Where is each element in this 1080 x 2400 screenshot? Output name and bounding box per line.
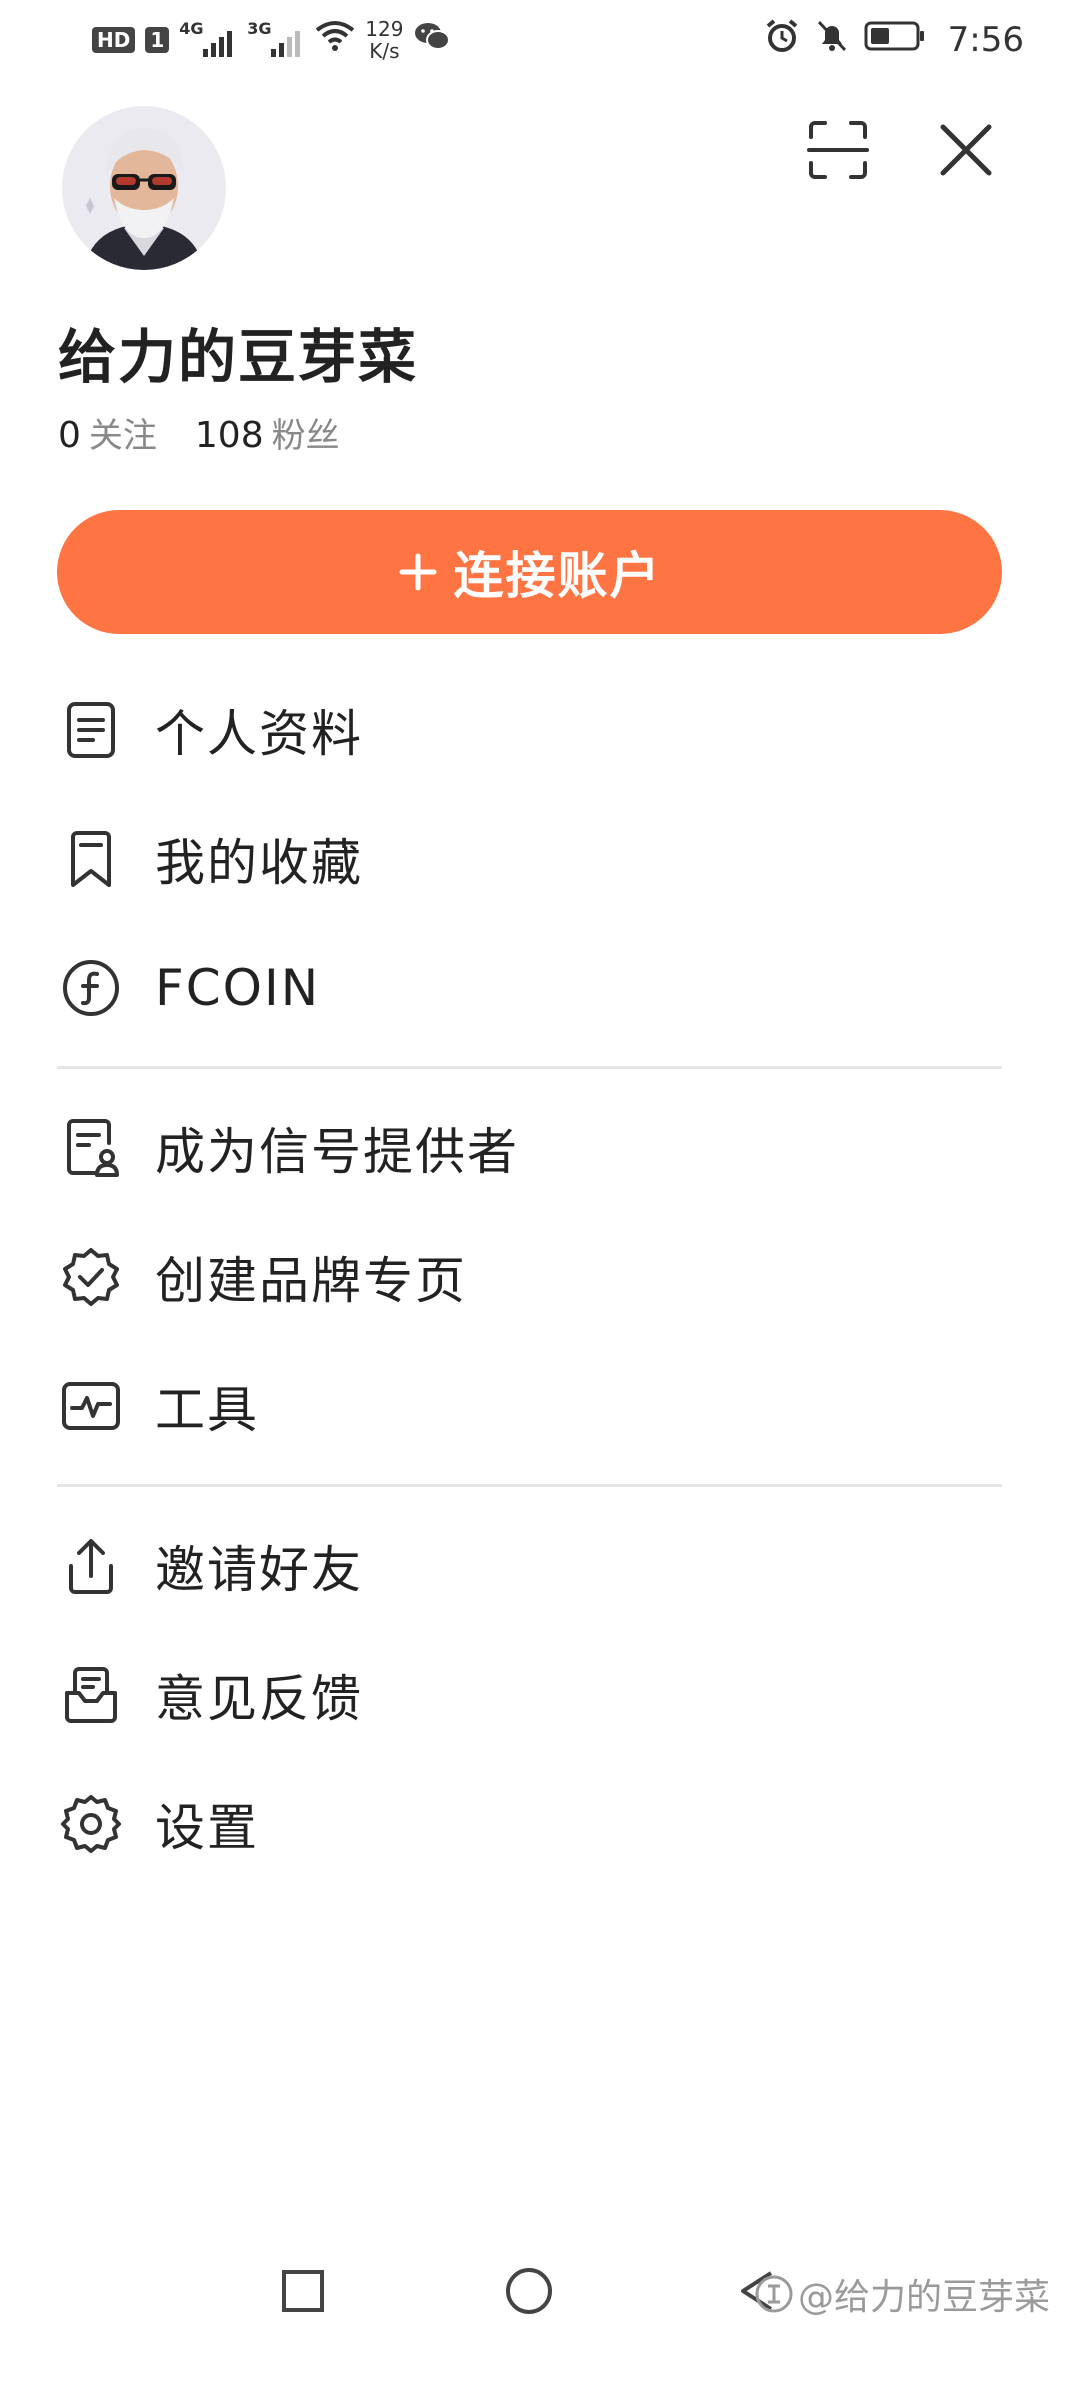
document-icon xyxy=(57,696,125,764)
scan-button[interactable] xyxy=(800,112,876,188)
menu-item-brand-page[interactable]: 创建品牌专页 xyxy=(57,1227,1002,1327)
net-4g-label: 4G xyxy=(179,19,204,38)
menu-item-label: 我的收藏 xyxy=(155,834,363,892)
menu-item-profile[interactable]: 个人资料 xyxy=(57,680,1002,780)
status-right: 7:56 xyxy=(764,14,1024,66)
alarm-icon xyxy=(764,18,800,62)
net-3g-label: 3G xyxy=(247,19,272,38)
menu-item-signal-provider[interactable]: 成为信号提供者 xyxy=(57,1098,1002,1198)
gear-icon xyxy=(57,1790,125,1858)
menu-item-label: 工具 xyxy=(155,1381,259,1439)
pulse-icon xyxy=(57,1372,125,1440)
followers-count[interactable]: 108 xyxy=(195,415,264,456)
watermark: @给力的豆芽菜 xyxy=(754,2268,1050,2320)
square-icon xyxy=(282,2270,324,2312)
status-left: HD 1 4G 3G 129 K/s xyxy=(92,14,451,66)
close-icon xyxy=(940,124,992,176)
avatar[interactable] xyxy=(62,106,226,270)
avatar-image xyxy=(62,106,226,270)
share-icon xyxy=(57,1532,125,1600)
home-button[interactable] xyxy=(494,2256,564,2326)
feedback-icon xyxy=(57,1661,125,1729)
menu-item-label: 个人资料 xyxy=(155,705,363,763)
circle-icon xyxy=(506,2268,552,2314)
watermark-text: @给力的豆芽菜 xyxy=(797,2277,1050,2318)
menu-item-feedback[interactable]: 意见反馈 xyxy=(57,1645,1002,1745)
following-count[interactable]: 0 xyxy=(58,415,81,456)
menu-item-fcoin[interactable]: FCOIN xyxy=(57,938,1002,1038)
menu-divider xyxy=(57,1484,1002,1487)
menu-divider xyxy=(57,1066,1002,1069)
menu-item-label: 邀请好友 xyxy=(155,1541,363,1599)
menu-item-tools[interactable]: 工具 xyxy=(57,1356,1002,1456)
plus-icon xyxy=(399,553,436,591)
hd-badge: HD xyxy=(92,27,136,53)
connect-account-button[interactable]: 连接账户 xyxy=(57,510,1002,634)
signal-provider-icon xyxy=(57,1114,125,1182)
battery-icon xyxy=(864,20,926,60)
signal-4g-icon: 4G xyxy=(179,19,237,61)
bookmark-icon xyxy=(57,825,125,893)
net-speed: 129 K/s xyxy=(365,18,403,62)
zhihu-logo-icon xyxy=(755,2275,793,2313)
net-speed-unit: K/s xyxy=(369,39,400,63)
signal-3g-icon: 3G xyxy=(247,19,305,61)
wifi-icon xyxy=(315,20,355,60)
wechat-icon xyxy=(413,20,451,60)
connect-account-label: 连接账户 xyxy=(453,547,662,605)
clock-time: 7:56 xyxy=(947,20,1024,60)
following-label[interactable]: 关注 xyxy=(89,408,157,457)
sim-badge: 1 xyxy=(145,27,170,53)
profile-stats: 0 关注 108 粉丝 xyxy=(58,408,340,457)
menu-item-label: 创建品牌专页 xyxy=(155,1252,467,1310)
verified-badge-icon xyxy=(57,1243,125,1311)
net-speed-value: 129 xyxy=(365,17,404,41)
menu-item-label: 意见反馈 xyxy=(155,1670,363,1728)
menu-item-invite-friends[interactable]: 邀请好友 xyxy=(57,1516,1002,1616)
menu-item-label: 设置 xyxy=(155,1799,259,1857)
close-button[interactable] xyxy=(928,112,1004,188)
coin-icon xyxy=(57,954,125,1022)
scan-icon xyxy=(807,121,869,179)
menu-item-label: 成为信号提供者 xyxy=(155,1123,519,1181)
menu-item-favorites[interactable]: 我的收藏 xyxy=(57,809,1002,909)
status-bar: HD 1 4G 3G 129 K/s 7:56 xyxy=(0,0,1080,80)
recent-apps-button[interactable] xyxy=(268,2256,338,2326)
menu-item-settings[interactable]: 设置 xyxy=(57,1774,1002,1874)
followers-label[interactable]: 粉丝 xyxy=(272,408,340,457)
menu-item-label: FCOIN xyxy=(155,959,321,1017)
profile-username: 给力的豆芽菜 xyxy=(58,323,419,391)
mute-bell-icon xyxy=(814,18,850,62)
